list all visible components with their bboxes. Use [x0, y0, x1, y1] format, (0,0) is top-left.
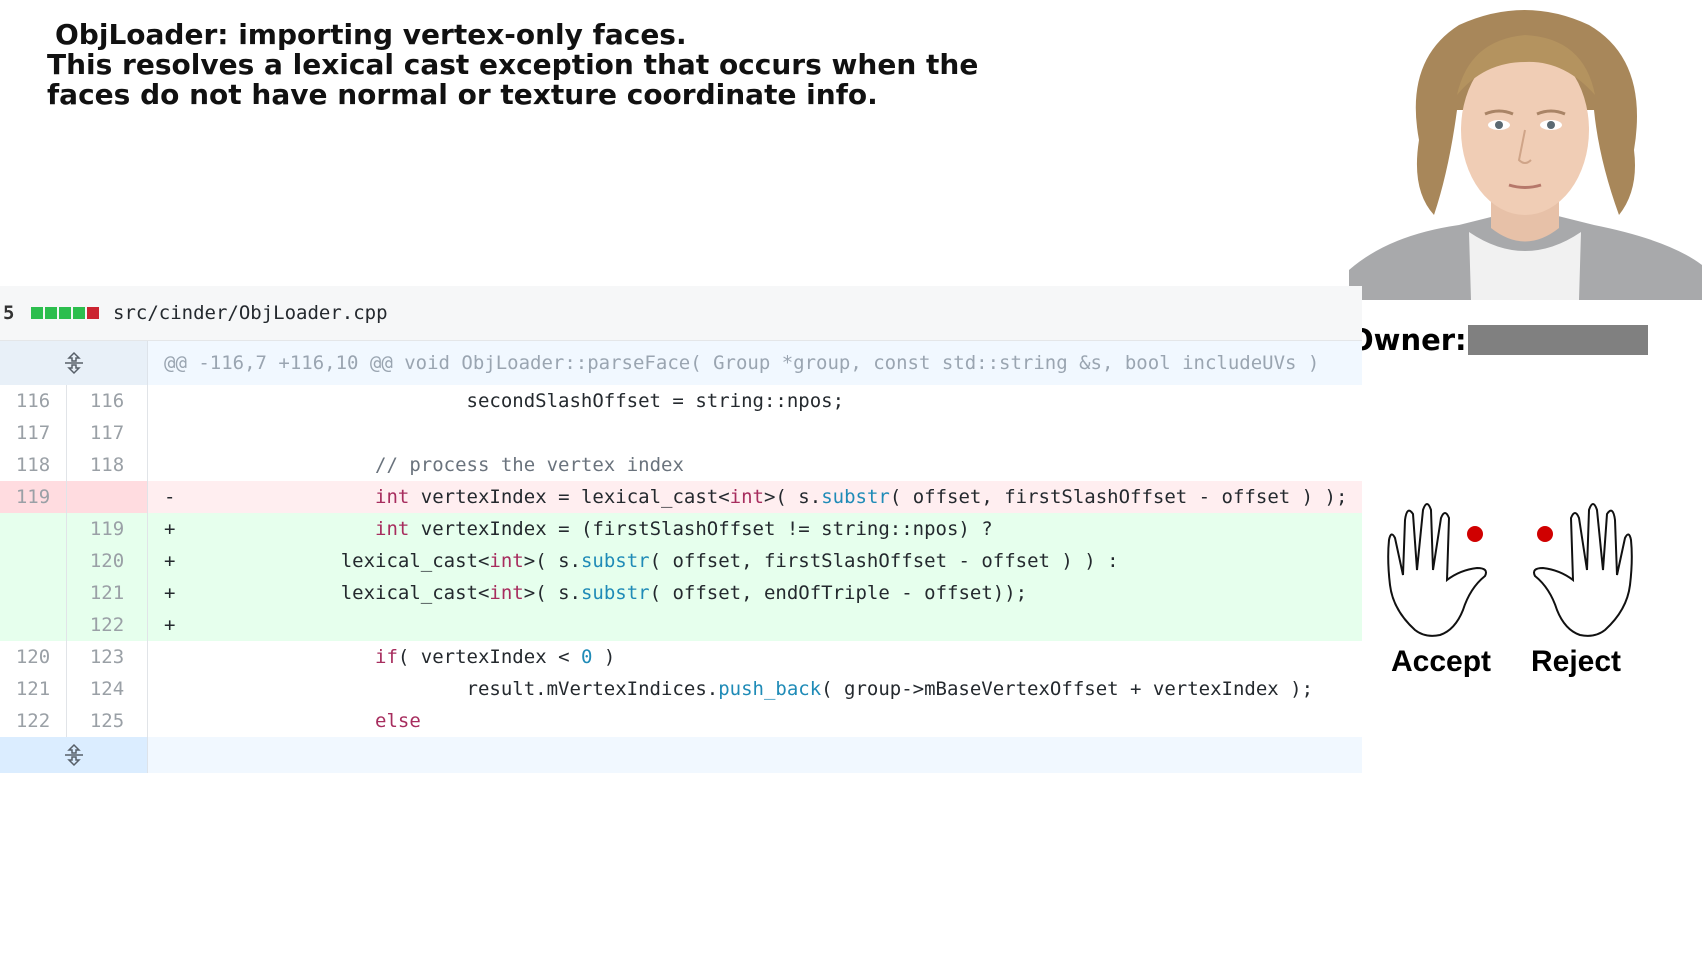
expand-up-icon[interactable]: [0, 341, 148, 385]
owner-label: Owner:: [1349, 323, 1467, 357]
diff-line: 118 118 // process the vertex index: [0, 449, 1362, 481]
new-line-number[interactable]: 116: [67, 385, 148, 417]
old-line-number[interactable]: 121: [0, 673, 67, 705]
commit-message: ObjLoader: importing vertex-only faces. …: [47, 18, 979, 111]
expand-down-icon[interactable]: [0, 737, 148, 773]
file-path[interactable]: src/cinder/ObjLoader.cpp: [113, 302, 388, 324]
owner-name-redacted: [1468, 325, 1648, 355]
old-line-number[interactable]: 118: [0, 449, 67, 481]
code-line: // process the vertex index: [148, 449, 1362, 481]
diff-sign: +: [164, 550, 176, 572]
reject-hand-icon[interactable]: [1515, 500, 1635, 640]
diffstat: [31, 307, 99, 319]
diff-line: 122 +: [0, 609, 1362, 641]
code-line: - int vertexIndex = lexical_cast<int>( s…: [148, 481, 1362, 513]
new-line-number[interactable]: 120: [67, 545, 148, 577]
code-line: + lexical_cast<int>( s.substr( offset, f…: [148, 545, 1362, 577]
new-line-number[interactable]: [67, 481, 148, 513]
diff-line: 117 117: [0, 417, 1362, 449]
new-line-number[interactable]: 125: [67, 705, 148, 737]
old-line-number[interactable]: 117: [0, 417, 67, 449]
reject-button[interactable]: Reject: [1531, 645, 1621, 679]
file-header: 5 src/cinder/ObjLoader.cpp: [0, 286, 1362, 341]
diff-line: 120 123 if( vertexIndex < 0 ): [0, 641, 1362, 673]
code-text: int vertexIndex = (firstSlashOffset != s…: [375, 518, 993, 540]
diff-line: 121 + lexical_cast<int>( s.substr( offset…: [0, 577, 1362, 609]
new-line-number[interactable]: 124: [67, 673, 148, 705]
accept-button[interactable]: Accept: [1391, 645, 1491, 679]
old-line-number[interactable]: [0, 513, 67, 545]
code-text: int vertexIndex = lexical_cast<int>( s.s…: [375, 486, 1348, 508]
commit-description-line-2: faces do not have normal or texture coor…: [47, 78, 878, 111]
diff-sign: +: [164, 614, 176, 636]
commit-description-line-1: This resolves a lexical cast exception t…: [47, 48, 979, 81]
new-line-number[interactable]: 118: [67, 449, 148, 481]
code-text: secondSlashOffset = string::npos;: [192, 390, 845, 412]
old-line-number[interactable]: 119: [0, 481, 67, 513]
code-text: else: [375, 710, 421, 732]
commit-title: ObjLoader: importing vertex-only faces.: [55, 18, 687, 51]
owner-photo: [1349, 0, 1702, 300]
code-line: if( vertexIndex < 0 ): [148, 641, 1362, 673]
diff-line: 119 + int vertexIndex = (firstSlashOffset…: [0, 513, 1362, 545]
code-text: lexical_cast<int>( s.substr( offset, fir…: [192, 550, 1119, 572]
diff-sign: +: [164, 582, 176, 604]
hunk-header-text: @@ -116,7 +116,10 @@ void ObjLoader::par…: [164, 352, 1320, 374]
code-text: result.mVertexIndices.push_back( group->…: [192, 678, 1314, 700]
diff-line: 122 125 else: [0, 705, 1362, 737]
hunk-header: @@ -116,7 +116,10 @@ void ObjLoader::par…: [0, 341, 1362, 385]
diff-line: 120 + lexical_cast<int>( s.substr( offset…: [0, 545, 1362, 577]
old-line-number[interactable]: [0, 609, 67, 641]
diff-line: 119 - int vertexIndex = lexical_cast<int>…: [0, 481, 1362, 513]
diff-line: 121 124 result.mVertexIndices.push_back( …: [0, 673, 1362, 705]
code-line: +: [148, 609, 1362, 641]
code-text: lexical_cast<int>( s.substr( offset, end…: [192, 582, 1028, 604]
diff-lines: 116 116 secondSlashOffset = string::npos;…: [0, 385, 1362, 737]
old-line-number[interactable]: 120: [0, 641, 67, 673]
diff-line: 116 116 secondSlashOffset = string::npos;: [0, 385, 1362, 417]
old-line-number[interactable]: [0, 545, 67, 577]
code-text: // process the vertex index: [375, 454, 684, 476]
new-line-number[interactable]: 123: [67, 641, 148, 673]
code-line: result.mVertexIndices.push_back( group->…: [148, 673, 1362, 705]
code-line: secondSlashOffset = string::npos;: [148, 385, 1362, 417]
code-line: else: [148, 705, 1362, 737]
diff-sign: +: [164, 518, 176, 540]
expand-row: [0, 737, 1362, 773]
old-line-number[interactable]: [0, 577, 67, 609]
old-line-number[interactable]: 122: [0, 705, 67, 737]
diff-view: 5 src/cinder/ObjLoader.cpp @@ -116,7 +11…: [0, 286, 1362, 773]
new-line-number[interactable]: 117: [67, 417, 148, 449]
accept-hand-icon[interactable]: [1385, 500, 1505, 640]
old-line-number[interactable]: 116: [0, 385, 67, 417]
new-line-number[interactable]: 121: [67, 577, 148, 609]
diff-sign: -: [164, 486, 176, 508]
code-line: + int vertexIndex = (firstSlashOffset !=…: [148, 513, 1362, 545]
new-line-number[interactable]: 119: [67, 513, 148, 545]
new-line-number[interactable]: 122: [67, 609, 148, 641]
code-line: + lexical_cast<int>( s.substr( offset, e…: [148, 577, 1362, 609]
code-text: if( vertexIndex < 0 ): [375, 646, 616, 668]
change-count: 5: [3, 302, 15, 324]
